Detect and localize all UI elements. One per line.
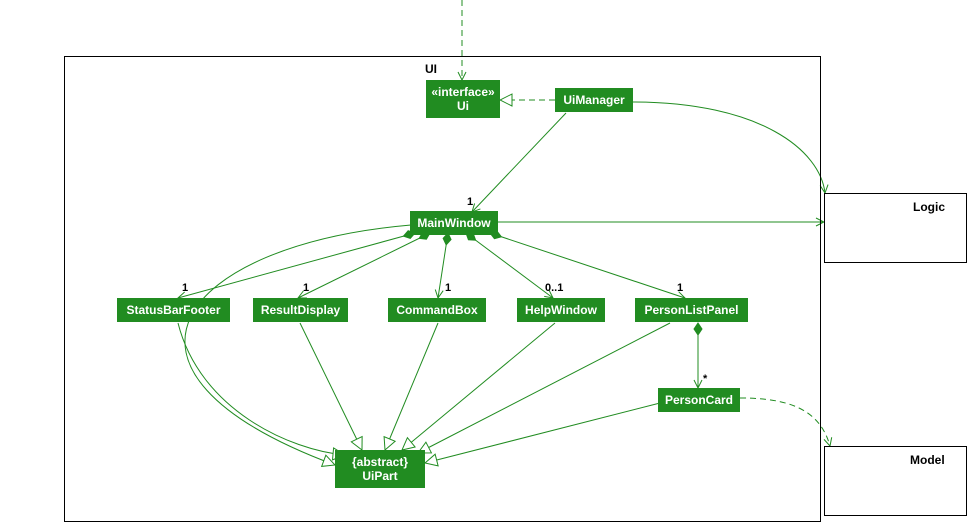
package-ui-title: UI	[425, 62, 437, 76]
mult-pc: *	[703, 373, 707, 385]
uimanager-label: UiManager	[563, 93, 624, 107]
rd-label: ResultDisplay	[261, 303, 340, 317]
package-model-title: Model	[910, 453, 945, 467]
sbf-label: StatusBarFooter	[126, 303, 220, 317]
class-helpwindow: HelpWindow	[517, 298, 605, 322]
class-commandbox: CommandBox	[388, 298, 486, 322]
package-model	[824, 446, 967, 516]
class-statusbarfooter: StatusBarFooter	[117, 298, 230, 322]
cb-label: CommandBox	[396, 303, 477, 317]
plp-label: PersonListPanel	[644, 303, 738, 317]
class-personlistpanel: PersonListPanel	[635, 298, 748, 322]
package-logic	[824, 193, 967, 263]
mult-cb: 1	[445, 282, 451, 294]
uipart-stereo: {abstract}	[352, 455, 408, 469]
mainwindow-label: MainWindow	[417, 216, 490, 230]
package-logic-title: Logic	[913, 200, 945, 214]
pc-label: PersonCard	[665, 393, 733, 407]
class-mainwindow: MainWindow	[410, 211, 498, 235]
ui-interface-stereo: «interface»	[431, 85, 494, 99]
class-personcard: PersonCard	[658, 388, 740, 412]
uml-class-diagram: UI Logic Model «interface» Ui UiManager …	[0, 0, 975, 532]
mult-hw: 0..1	[545, 282, 563, 294]
hw-label: HelpWindow	[525, 303, 597, 317]
class-uimanager: UiManager	[555, 88, 633, 112]
class-resultdisplay: ResultDisplay	[253, 298, 348, 322]
package-ui	[64, 56, 821, 522]
uipart-name: UiPart	[362, 469, 397, 483]
mult-mainwindow: 1	[467, 196, 473, 208]
ui-interface-name: Ui	[457, 99, 469, 113]
class-ui-interface: «interface» Ui	[426, 80, 500, 118]
mult-plp: 1	[677, 282, 683, 294]
class-uipart: {abstract} UiPart	[335, 450, 425, 488]
mult-rd: 1	[303, 282, 309, 294]
mult-sbf: 1	[182, 282, 188, 294]
